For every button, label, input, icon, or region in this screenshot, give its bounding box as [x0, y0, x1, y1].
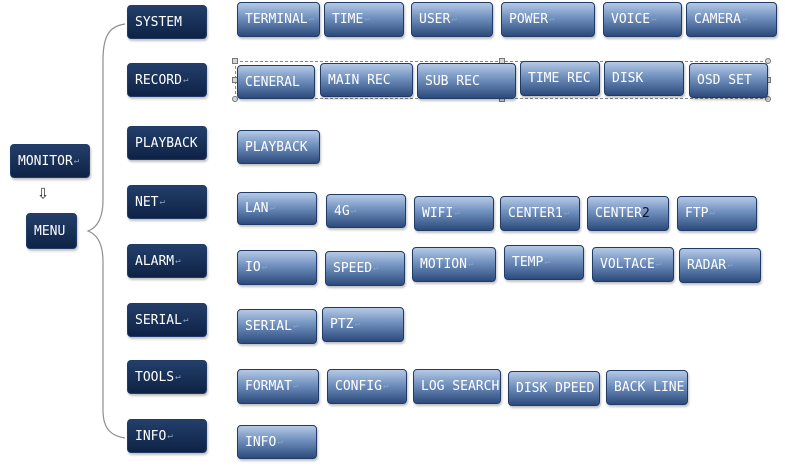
item-io[interactable]: IO ↵	[237, 250, 317, 285]
menu-alarm[interactable]: ALARM ↵	[127, 244, 207, 278]
down-arrow-icon: ⇩	[37, 180, 50, 204]
item-disk-dpeed[interactable]: DISK DPEED	[508, 371, 600, 406]
menu-label: MENU	[34, 223, 66, 239]
menu-info[interactable]: INFO ↵	[127, 419, 207, 453]
menu-serial[interactable]: SERIAL ↵	[127, 303, 207, 337]
item-speed[interactable]: SPEED ↵	[325, 251, 405, 286]
item-radar[interactable]: RADAR ↵	[679, 248, 761, 283]
item-lan[interactable]: LAN ↵	[237, 192, 317, 225]
item-ftp[interactable]: FTP ↵	[677, 196, 757, 231]
item-back-line[interactable]: BACK LINE	[606, 370, 688, 405]
item-info[interactable]: INFO ↵	[237, 425, 317, 459]
menu-playback[interactable]: PLAYBACK	[127, 126, 207, 160]
menu-box: MENU	[26, 213, 77, 249]
item-terminal[interactable]: TERMINAL ↵	[237, 2, 320, 37]
item-serial[interactable]: SERIAL ↵	[237, 309, 317, 344]
item-disk[interactable]: DISK	[604, 61, 684, 96]
item-power[interactable]: POWER ↵	[501, 2, 595, 37]
item-main-rec[interactable]: MAIN REC	[320, 63, 413, 97]
item-format[interactable]: FORMAT ↵	[237, 369, 319, 404]
menu-system[interactable]: SYSTEM	[127, 5, 207, 39]
item-config[interactable]: CONFIG ↵	[327, 369, 407, 404]
monitor-label: MONITOR	[18, 153, 73, 169]
item-general[interactable]: CENERAL	[237, 65, 315, 99]
item-camera[interactable]: CAMERA ↵	[686, 2, 777, 37]
monitor-box: MONITOR ↵	[10, 144, 90, 178]
item-osd-set[interactable]: OSD SET	[689, 63, 768, 98]
menu-record[interactable]: RECORD ↵	[127, 63, 207, 97]
item-sub-rec[interactable]: SUB REC	[417, 63, 516, 99]
item-voice[interactable]: VOICE ↵	[603, 2, 682, 37]
item-log-search[interactable]: LOG SEARCH	[413, 369, 501, 404]
item-playback[interactable]: PLAYBACK	[237, 130, 320, 164]
item-center2[interactable]: CENTER 2	[587, 196, 669, 231]
item-4g[interactable]: 4G ↵	[326, 194, 406, 228]
item-user[interactable]: USER ↵	[411, 2, 493, 37]
item-wifi[interactable]: WIFI ↵	[414, 196, 494, 231]
item-ptz[interactable]: PTZ ↵	[322, 307, 404, 342]
selection-handle	[232, 58, 238, 64]
item-center1[interactable]: CENTER1 ↵	[500, 196, 580, 231]
item-temp[interactable]: TEMP ↵	[504, 245, 584, 280]
item-motion[interactable]: MOTION ↵	[412, 247, 496, 282]
item-voltage[interactable]: VOLTACE ↵	[592, 247, 674, 282]
item-time[interactable]: TIME ↵	[324, 2, 404, 37]
menu-net[interactable]: NET ↵	[127, 185, 207, 219]
menu-tools[interactable]: TOOLS ↵	[127, 360, 207, 394]
item-time-rec[interactable]: TIME REC	[520, 61, 600, 96]
